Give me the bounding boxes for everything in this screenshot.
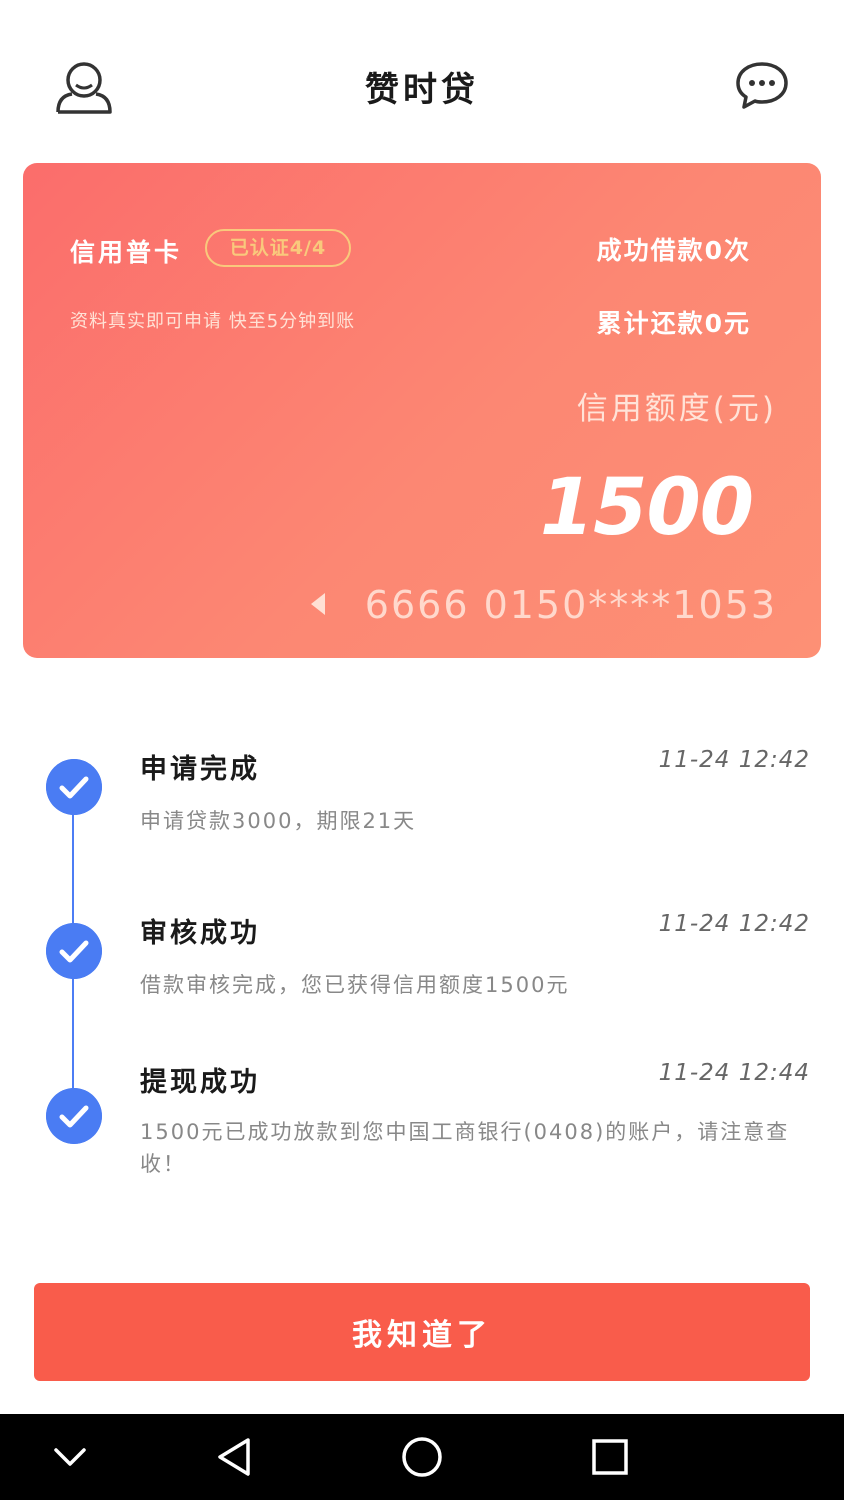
triangle-left-icon (311, 593, 325, 615)
system-nav-bar (0, 1414, 844, 1500)
card-number: 6666 0150****1053 (364, 583, 777, 627)
check-circle-icon (46, 759, 102, 815)
step-time: 11-24 12:42 (658, 747, 810, 773)
chevron-down-icon[interactable] (50, 1414, 90, 1500)
success-loans-count: 成功借款0次 (596, 236, 751, 265)
step-desc: 申请贷款3000，期限21天 (140, 809, 417, 833)
got-it-button[interactable]: 我知道了 (34, 1283, 810, 1381)
back-icon[interactable] (212, 1414, 256, 1500)
app-header: 赞时贷 (0, 0, 844, 160)
step-desc: 借款审核完成，您已获得信用额度1500元 (140, 973, 570, 997)
card-type-label: 信用普卡 (70, 238, 183, 267)
home-icon[interactable] (400, 1414, 444, 1500)
verified-badge: 已认证4/4 (205, 229, 351, 267)
step-title: 提现成功 (140, 1067, 260, 1098)
step-desc: 1500元已成功放款到您中国工商银行(0408)的账户，请注意查收！ (140, 1120, 790, 1176)
recents-icon[interactable] (588, 1414, 632, 1500)
credit-limit-label: 信用额度(元) (576, 391, 777, 427)
chat-icon[interactable] (734, 60, 790, 112)
credit-card: 信用普卡 已认证4/4 资料真实即可申请 快至5分钟到账 成功借款0次 累计还款… (23, 163, 821, 658)
step-time: 11-24 12:44 (658, 1060, 810, 1086)
card-subtitle: 资料真实即可申请 快至5分钟到账 (70, 311, 356, 332)
check-circle-icon (46, 1088, 102, 1144)
total-repaid: 累计还款0元 (596, 309, 751, 338)
step-time: 11-24 12:42 (658, 911, 810, 937)
page-title: 赞时贷 (365, 70, 479, 110)
step-title: 申请完成 (140, 754, 260, 785)
step-title: 审核成功 (140, 918, 260, 949)
check-circle-icon (46, 923, 102, 979)
credit-limit-amount: 1500 (539, 463, 754, 553)
